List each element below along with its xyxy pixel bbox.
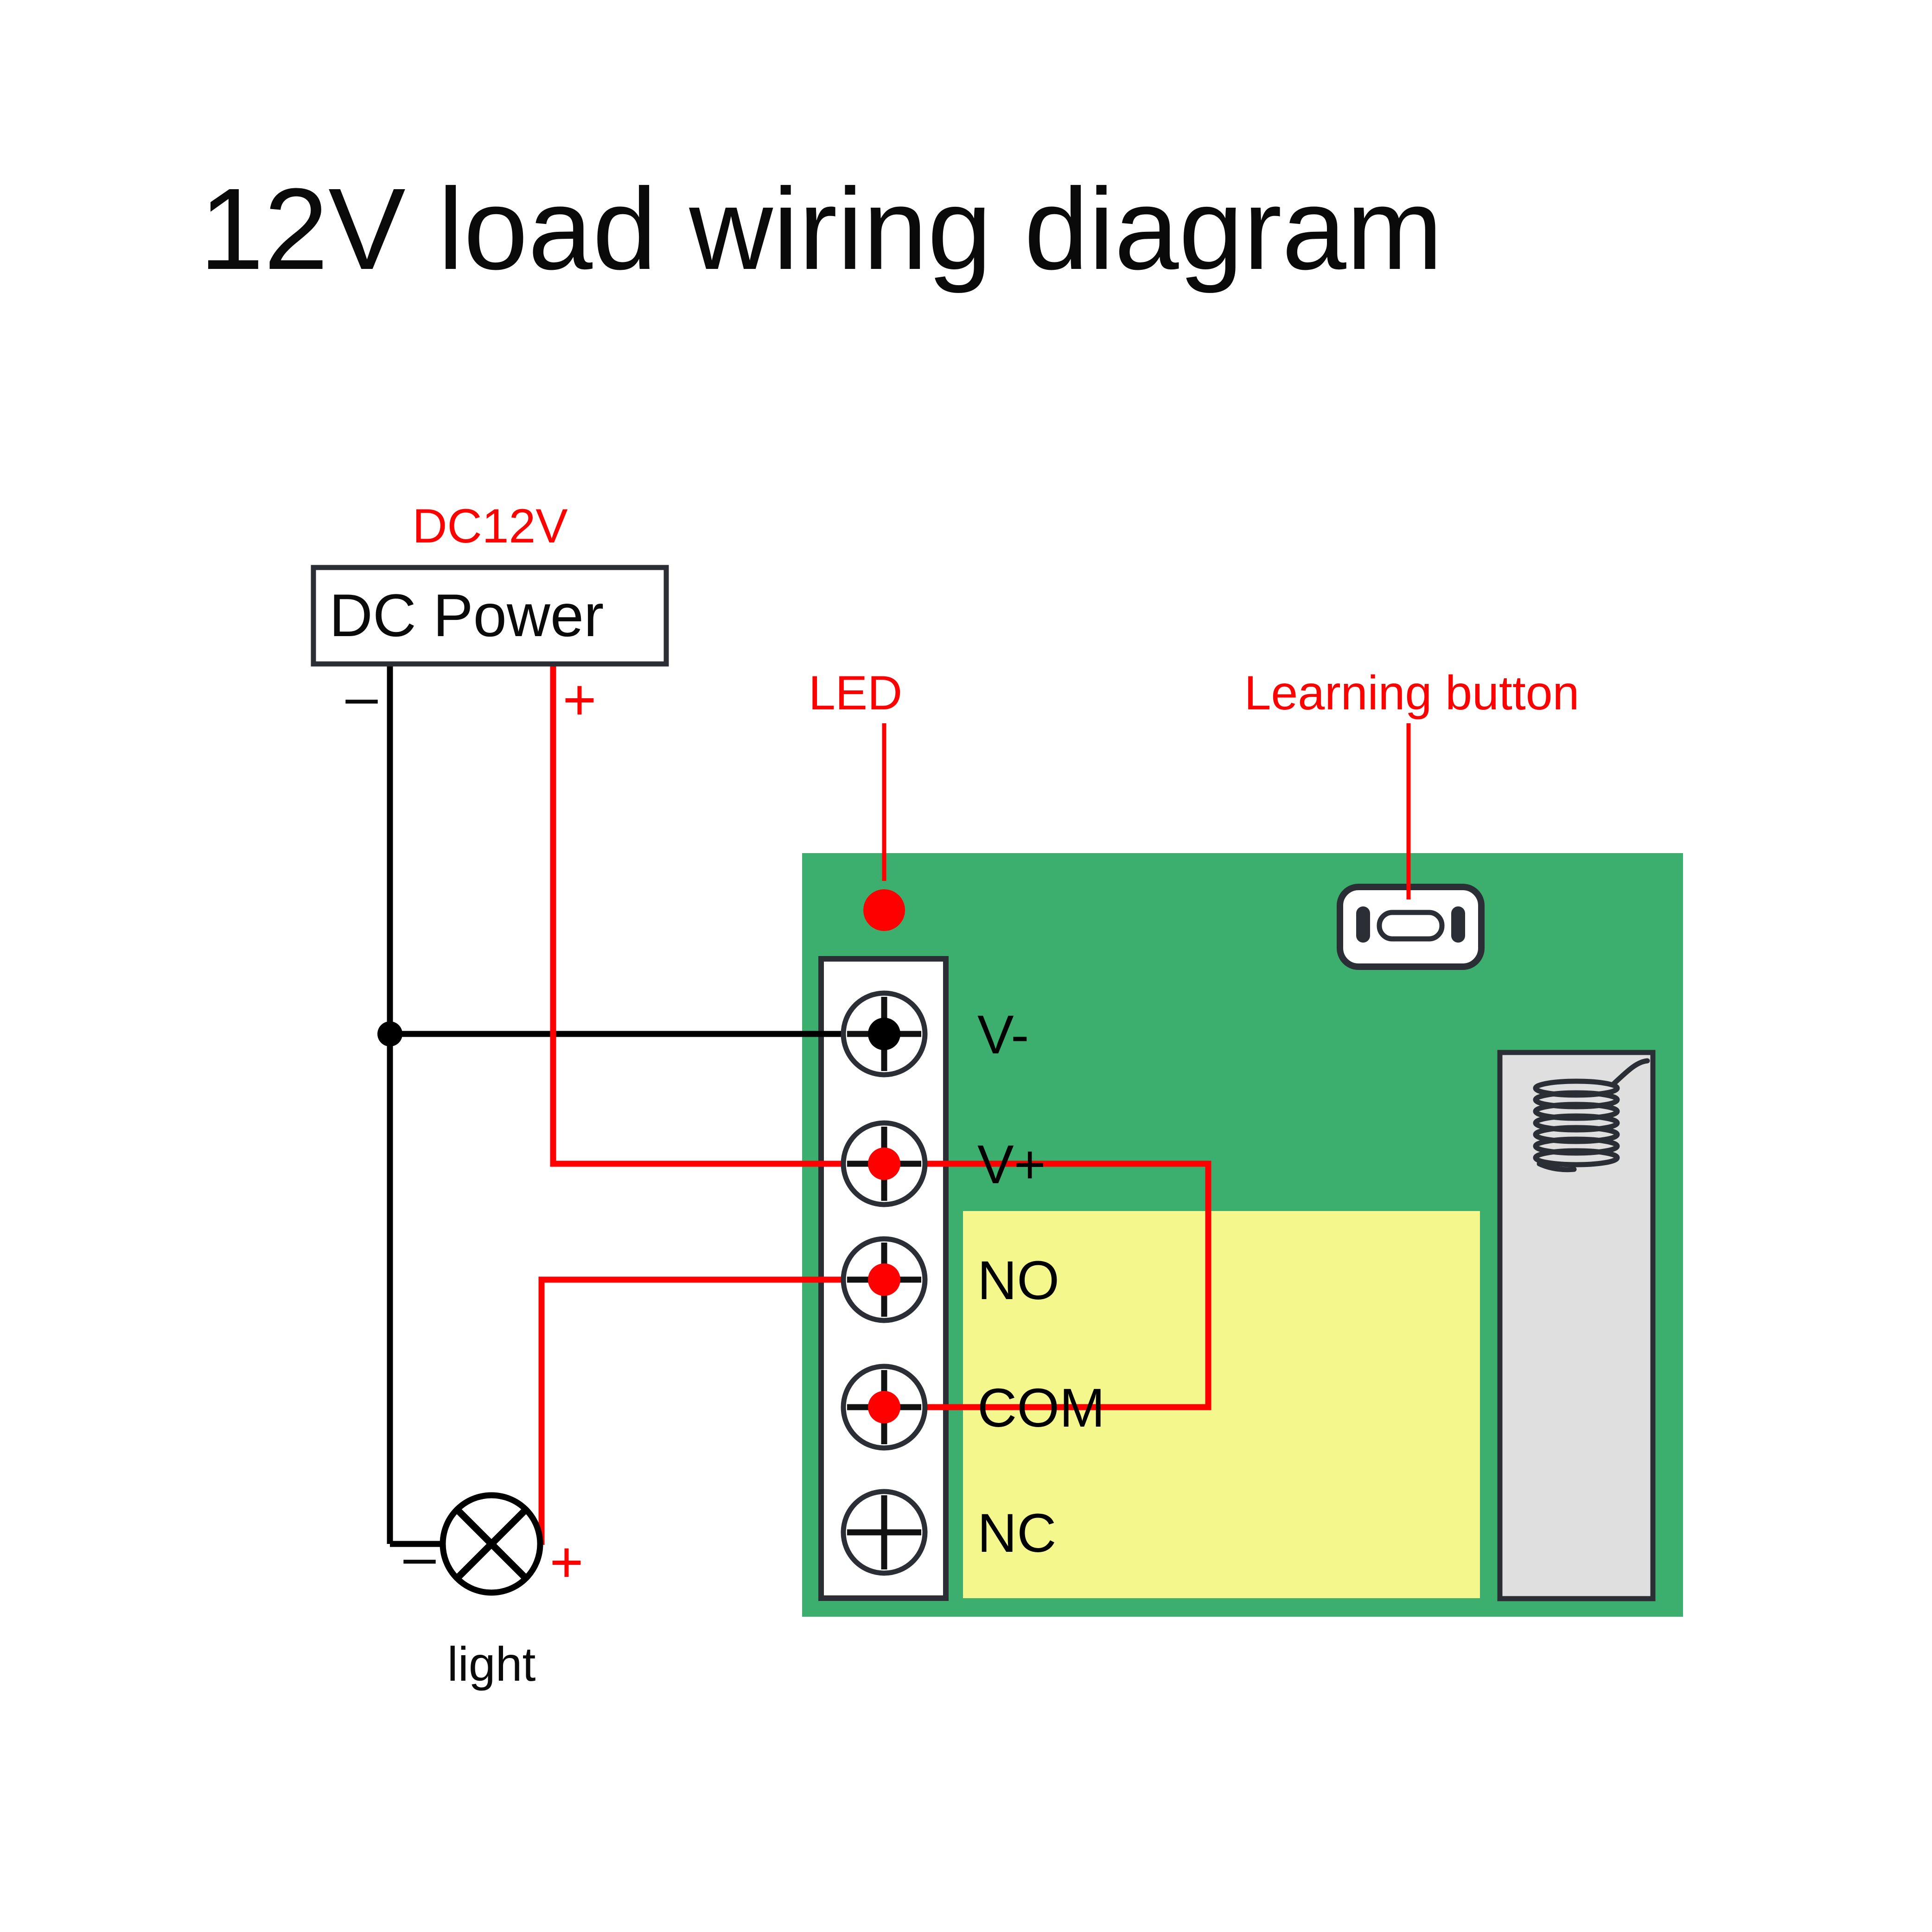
terminal-label-nc: NC (977, 1503, 1056, 1564)
dc-positive-sign: + (563, 668, 597, 732)
page-title: 12V load wiring diagram (199, 164, 1443, 293)
terminal-label-v-minus: V- (977, 1004, 1029, 1065)
dc-negative-sign: – (345, 664, 378, 729)
terminal-screw-v-plus[interactable] (841, 1120, 928, 1207)
terminal-screw-nc[interactable] (841, 1489, 928, 1576)
learning-button-pin-right (1451, 906, 1465, 943)
wiring-diagram-canvas: 12V load wiring diagram V- V+ NO COM NC … (0, 0, 1932, 1932)
light-negative-sign: – (403, 1524, 436, 1589)
learning-button-label: Learning button (1244, 666, 1580, 720)
led-label: LED (809, 666, 902, 720)
light-positive-sign: + (550, 1530, 584, 1594)
terminal-screw-com[interactable] (841, 1364, 928, 1451)
terminal-label-com: COM (977, 1377, 1105, 1439)
rf-receiver-module (1497, 1050, 1656, 1601)
learning-button-cap (1377, 910, 1445, 942)
learning-button-pin-left (1356, 906, 1370, 943)
terminal-screw-no[interactable] (841, 1236, 928, 1323)
light-label: light (447, 1638, 536, 1691)
terminal-label-no: NO (977, 1250, 1059, 1311)
wire-junction-dot (377, 1021, 402, 1046)
wiring-diagram-svg: 12V load wiring diagram V- V+ NO COM NC … (199, 164, 1683, 1691)
terminal-label-v-plus: V+ (977, 1134, 1046, 1195)
dc-power-box-label: DC Power (329, 581, 604, 649)
led-indicator-icon (863, 889, 905, 931)
dc-voltage-label: DC12V (412, 499, 567, 553)
light-lamp-icon (440, 1492, 543, 1596)
terminal-screw-v-minus[interactable] (841, 990, 928, 1078)
